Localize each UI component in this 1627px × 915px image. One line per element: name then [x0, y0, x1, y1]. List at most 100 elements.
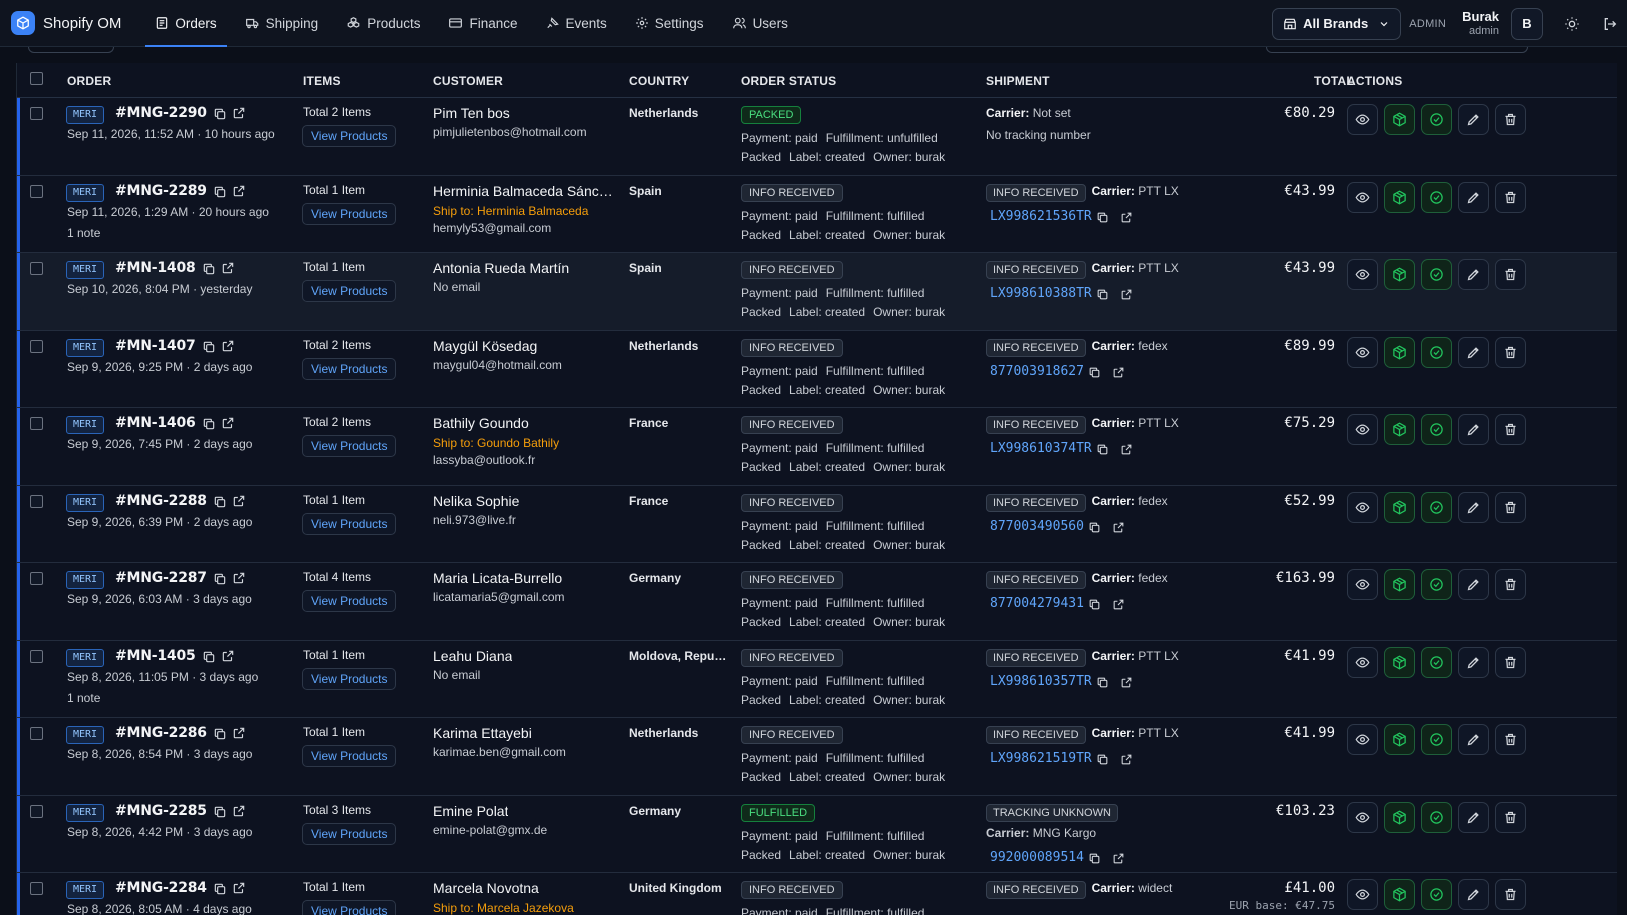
external-link-icon[interactable] [1120, 443, 1133, 456]
external-link-icon[interactable] [232, 804, 246, 818]
fulfill-button[interactable] [1421, 259, 1452, 290]
table-row[interactable]: MERI #MNG-2285 Sep 8, 2026, 4:42 PM · 3 … [17, 795, 1617, 873]
external-link-icon[interactable] [221, 649, 235, 663]
view-products-button[interactable]: View Products [302, 435, 397, 457]
nav-shipping[interactable]: Shipping [231, 0, 333, 47]
edit-button[interactable] [1458, 491, 1489, 523]
delete-button[interactable] [1495, 569, 1526, 600]
edit-button[interactable] [1458, 646, 1489, 678]
app-brand[interactable]: Shopify OM [11, 11, 121, 35]
view-button[interactable] [1347, 414, 1378, 445]
view-button[interactable] [1347, 724, 1378, 755]
copy-icon[interactable] [213, 185, 227, 199]
copy-icon[interactable] [202, 417, 216, 431]
copy-icon[interactable] [213, 882, 227, 896]
table-row[interactable]: MERI #MNG-2290 Sep 11, 2026, 11:52 AM · … [17, 98, 1617, 176]
delete-button[interactable] [1495, 259, 1526, 290]
view-products-button[interactable]: View Products [302, 512, 397, 535]
copy-icon[interactable] [213, 107, 227, 121]
copy-icon[interactable] [213, 727, 227, 741]
view-button[interactable] [1347, 259, 1378, 290]
external-link-icon[interactable] [1112, 598, 1125, 611]
copy-icon[interactable] [1096, 443, 1109, 456]
external-link-icon[interactable] [232, 881, 246, 895]
nav-events[interactable]: Events [532, 0, 621, 47]
view-products-button[interactable]: View Products [302, 745, 397, 767]
package-button[interactable] [1384, 879, 1415, 910]
external-link-icon[interactable] [1112, 366, 1125, 379]
edit-button[interactable] [1458, 569, 1489, 600]
copy-icon[interactable] [213, 572, 227, 586]
package-button[interactable] [1384, 336, 1415, 368]
delete-button[interactable] [1495, 104, 1526, 135]
package-button[interactable] [1384, 646, 1415, 678]
row-checkbox[interactable] [30, 184, 43, 198]
order-number[interactable]: #MN-1408 [115, 260, 196, 276]
order-number[interactable]: #MNG-2285 [115, 803, 207, 819]
brand-select[interactable]: All Brands [1272, 7, 1402, 40]
view-products-button[interactable]: View Products [302, 667, 397, 690]
external-link-icon[interactable] [1120, 211, 1133, 224]
edit-button[interactable] [1458, 414, 1489, 445]
row-checkbox[interactable] [30, 882, 43, 895]
avatar[interactable]: B [1511, 7, 1543, 40]
order-number[interactable]: #MN-1405 [115, 648, 196, 664]
table-row[interactable]: MERI #MNG-2284 Sep 8, 2026, 8:05 AM · 4 … [17, 873, 1617, 915]
external-link-icon[interactable] [232, 494, 246, 508]
view-button[interactable] [1347, 336, 1378, 368]
fulfill-button[interactable] [1421, 569, 1452, 600]
copy-icon[interactable] [1096, 211, 1109, 224]
view-products-button[interactable]: View Products [302, 822, 397, 845]
external-link-icon[interactable] [1120, 288, 1133, 301]
nav-products[interactable]: Products [332, 0, 434, 47]
view-products-button[interactable]: View Products [302, 900, 397, 915]
external-link-icon[interactable] [221, 261, 235, 275]
copy-icon[interactable] [1088, 521, 1101, 534]
row-checkbox[interactable] [30, 339, 43, 353]
view-products-button[interactable]: View Products [302, 280, 397, 302]
view-button[interactable] [1347, 569, 1378, 600]
external-link-icon[interactable] [221, 339, 235, 353]
package-button[interactable] [1384, 724, 1415, 755]
tracking-number[interactable]: LX998610357TR [990, 674, 1092, 689]
order-number[interactable]: #MNG-2289 [115, 183, 207, 199]
fulfill-button[interactable] [1421, 181, 1452, 213]
package-button[interactable] [1384, 181, 1415, 213]
edit-button[interactable] [1458, 181, 1489, 213]
fulfill-button[interactable] [1421, 646, 1452, 678]
header-country[interactable]: COUNTRY [629, 74, 689, 88]
copy-icon[interactable] [202, 340, 216, 354]
external-link-icon[interactable] [232, 571, 246, 585]
tracking-number[interactable]: 992000089514 [990, 850, 1084, 865]
view-button[interactable] [1347, 646, 1378, 678]
row-checkbox[interactable] [30, 417, 43, 430]
nav-settings[interactable]: Settings [621, 0, 718, 47]
header-customer[interactable]: CUSTOMER [433, 74, 503, 88]
copy-icon[interactable] [1088, 598, 1101, 611]
nav-users[interactable]: Users [718, 0, 802, 47]
fulfill-button[interactable] [1421, 104, 1452, 135]
header-order[interactable]: ORDER [67, 74, 111, 88]
copy-icon[interactable] [213, 805, 227, 819]
table-row[interactable]: MERI #MN-1405 Sep 8, 2026, 11:05 PM · 3 … [17, 640, 1617, 718]
view-button[interactable] [1347, 491, 1378, 523]
package-button[interactable] [1384, 569, 1415, 600]
package-button[interactable] [1384, 259, 1415, 290]
copy-icon[interactable] [213, 495, 227, 509]
order-note[interactable]: 1 note [67, 226, 100, 240]
copy-icon[interactable] [202, 262, 216, 276]
copy-icon[interactable] [1088, 852, 1101, 865]
delete-button[interactable] [1495, 414, 1526, 445]
external-link-icon[interactable] [1112, 521, 1125, 534]
copy-icon[interactable] [1096, 753, 1109, 766]
header-items[interactable]: ITEMS [303, 74, 341, 88]
view-button[interactable] [1347, 879, 1378, 910]
tracking-number[interactable]: LX998621536TR [990, 209, 1092, 224]
order-number[interactable]: #MNG-2284 [115, 880, 207, 896]
order-number[interactable]: #MN-1407 [115, 338, 196, 354]
order-number[interactable]: #MNG-2286 [115, 725, 207, 741]
logout-button[interactable] [1595, 9, 1625, 39]
select-all-checkbox[interactable] [30, 72, 43, 85]
view-products-button[interactable]: View Products [302, 202, 397, 225]
package-button[interactable] [1384, 414, 1415, 445]
